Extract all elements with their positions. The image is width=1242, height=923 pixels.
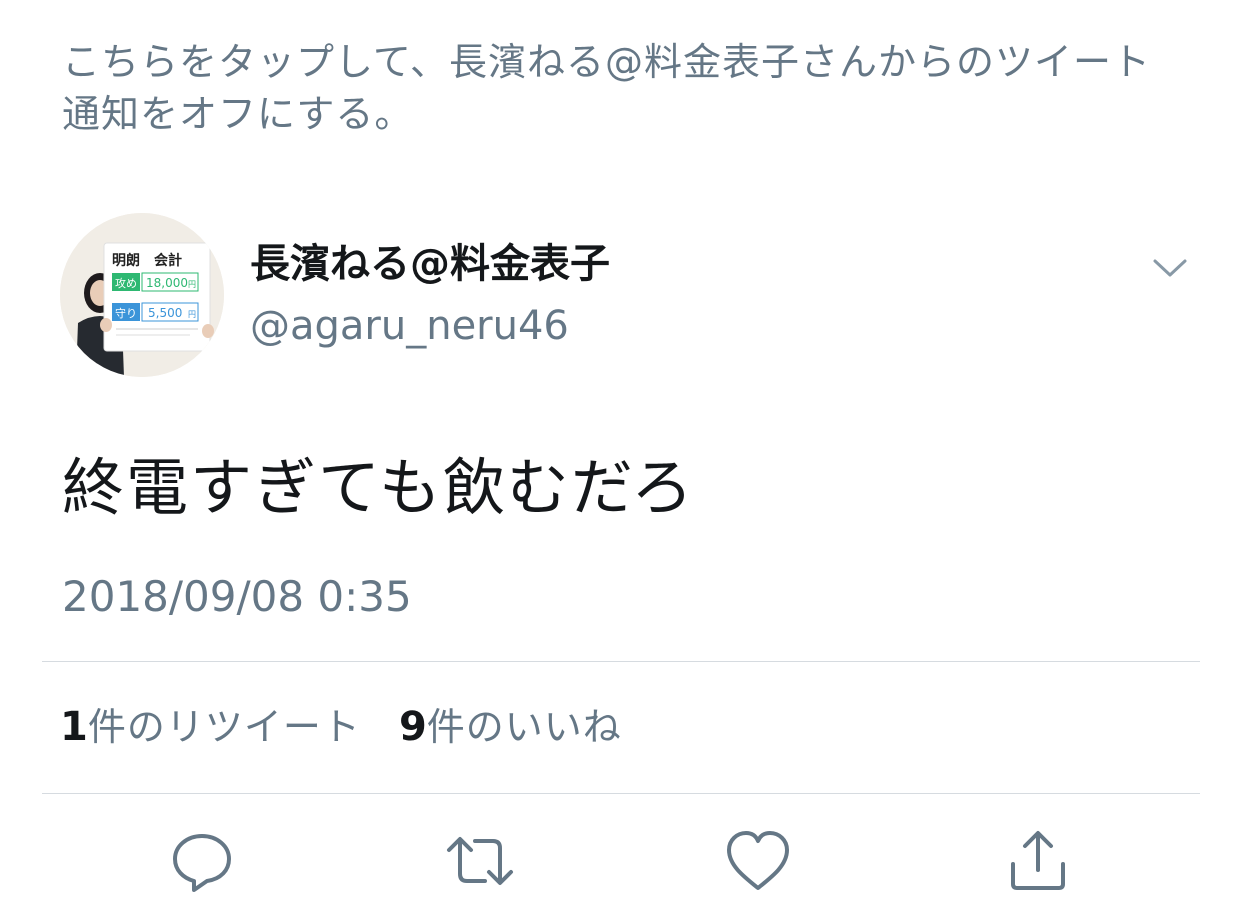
- avatar-sign-title: 明朗 会計: [112, 252, 182, 269]
- avatar-sign-row1-price: 18,000: [146, 276, 188, 290]
- likes-count: 9: [398, 704, 427, 750]
- retweets-stat[interactable]: 1件のリツイート: [60, 700, 361, 754]
- author-display-name[interactable]: 長濱ねる@料金表子: [250, 239, 610, 289]
- avatar-sign-row1-unit: 円: [188, 280, 196, 289]
- avatar-sign-row2-price: 5,500: [148, 306, 182, 320]
- avatar-image: 明朗 会計 攻め 18,000 円 守り 5,500 円: [60, 213, 224, 377]
- tweet-text: 終電すぎても飲むだろ: [62, 451, 696, 524]
- reply-icon[interactable]: [167, 826, 237, 896]
- tweet-stats: 1件のリツイート 9件のいいね: [60, 700, 648, 754]
- tweet-timestamp: 2018/09/08 0:35: [62, 572, 412, 621]
- tweet-actions: [0, 826, 1242, 896]
- divider: [42, 793, 1200, 794]
- likes-label: 件のいいね: [426, 705, 622, 749]
- author-handle[interactable]: @agaru_neru46: [250, 301, 569, 351]
- heart-icon[interactable]: [723, 826, 793, 896]
- tweet-header: 明朗 会計 攻め 18,000 円 守り 5,500 円 長濱ねる@料金表子 @…: [60, 213, 1200, 379]
- avatar[interactable]: 明朗 会計 攻め 18,000 円 守り 5,500 円: [60, 213, 224, 377]
- divider: [42, 661, 1200, 662]
- avatar-sign-row2-tag: 守り: [115, 306, 137, 320]
- likes-stat[interactable]: 9件のいいね: [399, 700, 622, 754]
- avatar-sign-row2-unit: 円: [188, 310, 196, 319]
- share-icon[interactable]: [1003, 826, 1073, 896]
- retweet-icon[interactable]: [445, 826, 515, 896]
- retweets-label: 件のリツイート: [87, 705, 361, 749]
- chevron-down-icon[interactable]: [1150, 253, 1190, 283]
- retweets-count: 1: [60, 704, 88, 750]
- avatar-sign-row1-tag: 攻め: [115, 276, 137, 290]
- notification-toggle-link[interactable]: こちらをタップして、長濱ねる@料金表子さんからのツイート通知をオフにする。: [62, 36, 1182, 140]
